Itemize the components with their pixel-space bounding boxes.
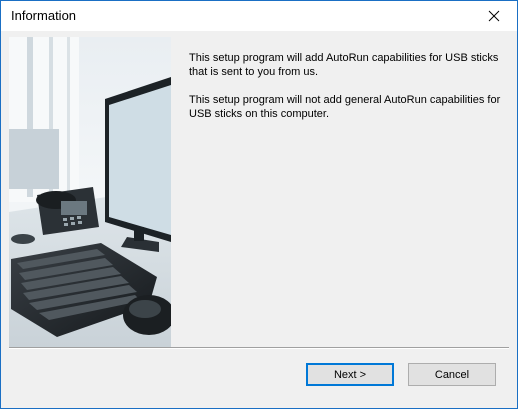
button-separator [9,347,509,349]
setup-dialog-window: Information This setup program will add … [0,0,518,409]
close-button[interactable] [471,1,517,31]
desk-photo-image [9,37,171,348]
dialog-client-area: This setup program will add AutoRun capa… [1,31,517,408]
message-paragraph-2: This setup program will not add general … [189,94,501,120]
message-area: This setup program will add AutoRun capa… [189,51,501,135]
window-title: Information [11,8,77,23]
title-bar[interactable]: Information [1,1,517,31]
cancel-button[interactable]: Cancel [408,363,496,386]
message-paragraph-1: This setup program will add AutoRun capa… [189,52,499,78]
close-icon [488,10,500,22]
next-button[interactable]: Next > [306,363,394,386]
